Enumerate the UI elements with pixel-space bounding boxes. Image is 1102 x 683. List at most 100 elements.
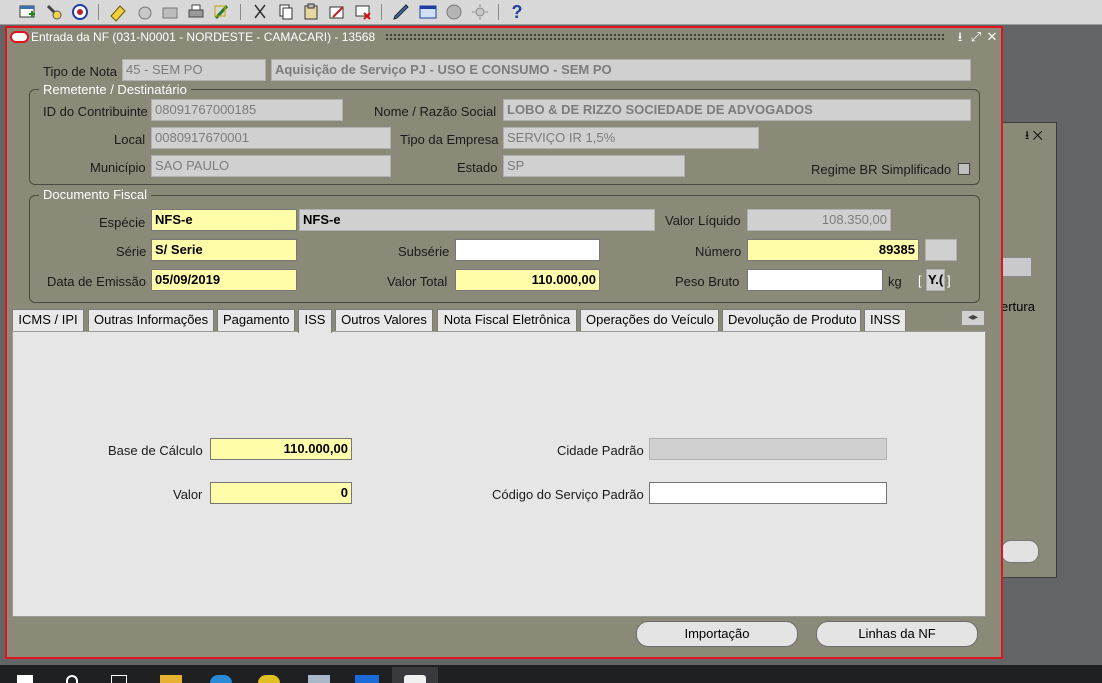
cidade-padrao-label: Cidade Padrão bbox=[557, 443, 644, 458]
save-icon[interactable] bbox=[108, 2, 128, 22]
peso-bruto-label: Peso Bruto bbox=[675, 274, 740, 289]
estado-field[interactable]: SP bbox=[503, 155, 685, 177]
iss-tab-panel: Base de Cálculo 110.000,00 Valor 0 Cidad… bbox=[12, 331, 986, 617]
close-icon[interactable]: ✕ bbox=[985, 29, 999, 45]
valor-total-field[interactable]: 110.000,00 bbox=[455, 269, 600, 291]
valor-iss-field[interactable]: 0 bbox=[210, 482, 352, 504]
tab-devolucao-produto[interactable]: Devolução de Produto bbox=[722, 309, 861, 331]
new-record-icon[interactable] bbox=[17, 2, 37, 22]
dialog-title: Entrada da NF (031-N0001 - NORDESTE - CA… bbox=[31, 30, 376, 44]
edit-icon[interactable] bbox=[327, 2, 347, 22]
tab-outras-informacoes[interactable]: Outras Informações bbox=[88, 309, 214, 331]
navigator-icon[interactable] bbox=[70, 2, 90, 22]
task-view-icon[interactable] bbox=[111, 675, 127, 683]
valor-total-label: Valor Total bbox=[387, 274, 448, 289]
base-calculo-label: Base de Cálculo bbox=[108, 443, 203, 458]
tab-pagamento[interactable]: Pagamento bbox=[217, 309, 295, 331]
office-app-icon[interactable] bbox=[355, 675, 379, 683]
remetente-legend: Remetente / Destinatário bbox=[39, 82, 191, 97]
sun-icon[interactable] bbox=[470, 2, 490, 22]
tab-operacoes-veiculo[interactable]: Operações do Veículo bbox=[580, 309, 719, 331]
especie-field[interactable]: NFS-e bbox=[151, 209, 297, 231]
nome-razao-field[interactable]: LOBO & DE RIZZO SOCIEDADE DE ADVOGADOS bbox=[503, 99, 971, 121]
codigo-servico-field[interactable] bbox=[649, 482, 887, 504]
background-window: ⭳ ✕ ertura bbox=[1000, 122, 1057, 578]
municipio-label: Município bbox=[90, 160, 146, 175]
paste-icon[interactable] bbox=[301, 2, 321, 22]
windows-taskbar bbox=[0, 665, 1102, 683]
tab-iss[interactable]: ISS bbox=[298, 309, 332, 333]
delete-record-icon[interactable] bbox=[353, 2, 373, 22]
flag-field[interactable]: Y.( bbox=[926, 269, 945, 291]
toolbar: ? bbox=[0, 0, 1102, 25]
numero-label: Número bbox=[695, 244, 742, 259]
municipio-field[interactable]: SAO PAULO bbox=[151, 155, 391, 177]
especie-label: Espécie bbox=[99, 215, 146, 230]
minimize-icon[interactable]: ⭳ bbox=[953, 29, 967, 45]
oracle-logo-icon bbox=[10, 31, 29, 43]
tab-scroll-arrows-icon[interactable]: ◂▸ bbox=[961, 310, 985, 326]
cut-icon[interactable] bbox=[250, 2, 270, 22]
numero-field[interactable]: 89385 bbox=[747, 239, 919, 261]
entrada-nf-dialog: Entrada da NF (031-N0001 - NORDESTE - CA… bbox=[5, 26, 1003, 659]
kg-label: kg bbox=[888, 274, 902, 289]
file-explorer-icon[interactable] bbox=[160, 675, 182, 683]
cloud-app-icon[interactable] bbox=[308, 675, 330, 683]
subserie-field[interactable] bbox=[455, 239, 600, 261]
tipo-empresa-field[interactable]: SERVIÇO IR 1,5% bbox=[503, 127, 759, 149]
codigo-servico-label: Código do Serviço Padrão bbox=[492, 487, 644, 502]
dialog-titlebar[interactable]: Entrada da NF (031-N0001 - NORDESTE - CA… bbox=[7, 28, 1001, 47]
nome-razao-label: Nome / Razão Social bbox=[374, 104, 497, 119]
chrome-icon[interactable] bbox=[258, 675, 280, 683]
tab-nota-fiscal-eletronica[interactable]: Nota Fiscal Eletrônica bbox=[437, 309, 577, 331]
base-calculo-field[interactable]: 110.000,00 bbox=[210, 438, 352, 460]
folder-icon[interactable] bbox=[160, 2, 180, 22]
maximize-icon[interactable]: ⤢ bbox=[969, 29, 983, 45]
tab-inss[interactable]: INSS bbox=[864, 309, 906, 331]
pen-icon[interactable] bbox=[391, 2, 411, 22]
id-contribuinte-label: ID do Contribuinte bbox=[43, 104, 148, 119]
tipo-nota-desc-field[interactable]: Aquisição de Serviço PJ - USO E CONSUMO … bbox=[271, 59, 971, 81]
window-icon[interactable] bbox=[418, 2, 438, 22]
importacao-button[interactable]: Importação bbox=[636, 621, 798, 647]
especie-desc-field[interactable]: NFS-e bbox=[299, 209, 655, 231]
tipo-nota-label: Tipo de Nota bbox=[43, 64, 117, 79]
peso-bruto-field[interactable] bbox=[747, 269, 883, 291]
tipo-empresa-label: Tipo da Empresa bbox=[400, 132, 499, 147]
windows-start-icon[interactable] bbox=[17, 675, 33, 683]
tab-icms-ipi[interactable]: ICMS / IPI bbox=[12, 309, 84, 331]
estado-label: Estado bbox=[457, 160, 498, 175]
id-contribuinte-field[interactable]: 08091767000185 bbox=[151, 99, 343, 121]
search-flashlight-icon[interactable] bbox=[44, 2, 64, 22]
background-window-header-bar bbox=[1001, 257, 1032, 277]
oracle-app-icon bbox=[404, 675, 426, 683]
attach-icon[interactable] bbox=[212, 2, 232, 22]
search-icon[interactable] bbox=[66, 675, 78, 683]
data-emissao-field[interactable]: 05/09/2019 bbox=[151, 269, 297, 291]
data-emissao-label: Data de Emissão bbox=[47, 274, 146, 289]
local-field[interactable]: 0080917670001 bbox=[151, 127, 391, 149]
valor-liquido-field[interactable]: 108.350,00 bbox=[747, 209, 891, 231]
flag-bracket-open: [ bbox=[918, 273, 922, 288]
regime-simplificado-label: Regime BR Simplificado bbox=[811, 162, 952, 177]
print-icon[interactable] bbox=[186, 2, 206, 22]
tipo-nota-code-field[interactable]: 45 - SEM PO bbox=[122, 59, 266, 81]
cidade-padrao-field[interactable] bbox=[649, 438, 887, 460]
copy-icon[interactable] bbox=[276, 2, 296, 22]
background-window-controls[interactable]: ⭳ ✕ bbox=[1025, 126, 1043, 147]
regime-simplificado-checkbox[interactable] bbox=[958, 163, 970, 175]
flag-bracket-close: ] bbox=[947, 273, 951, 288]
help-icon[interactable]: ? bbox=[507, 2, 527, 22]
tab-outros-valores[interactable]: Outros Valores bbox=[335, 309, 433, 331]
serie-field[interactable]: S/ Serie bbox=[151, 239, 297, 261]
background-window-button[interactable] bbox=[1001, 540, 1039, 563]
subserie-label: Subsérie bbox=[398, 244, 450, 259]
numero-extra-field[interactable] bbox=[925, 239, 957, 261]
clear-icon[interactable] bbox=[135, 2, 155, 22]
internet-explorer-icon[interactable] bbox=[210, 675, 232, 683]
globe-icon[interactable] bbox=[444, 2, 464, 22]
background-window-fragment-text: ertura bbox=[1001, 299, 1035, 314]
local-label: Local bbox=[114, 132, 146, 147]
oracle-app-active[interactable] bbox=[392, 667, 438, 683]
linhas-nf-button[interactable]: Linhas da NF bbox=[816, 621, 978, 647]
